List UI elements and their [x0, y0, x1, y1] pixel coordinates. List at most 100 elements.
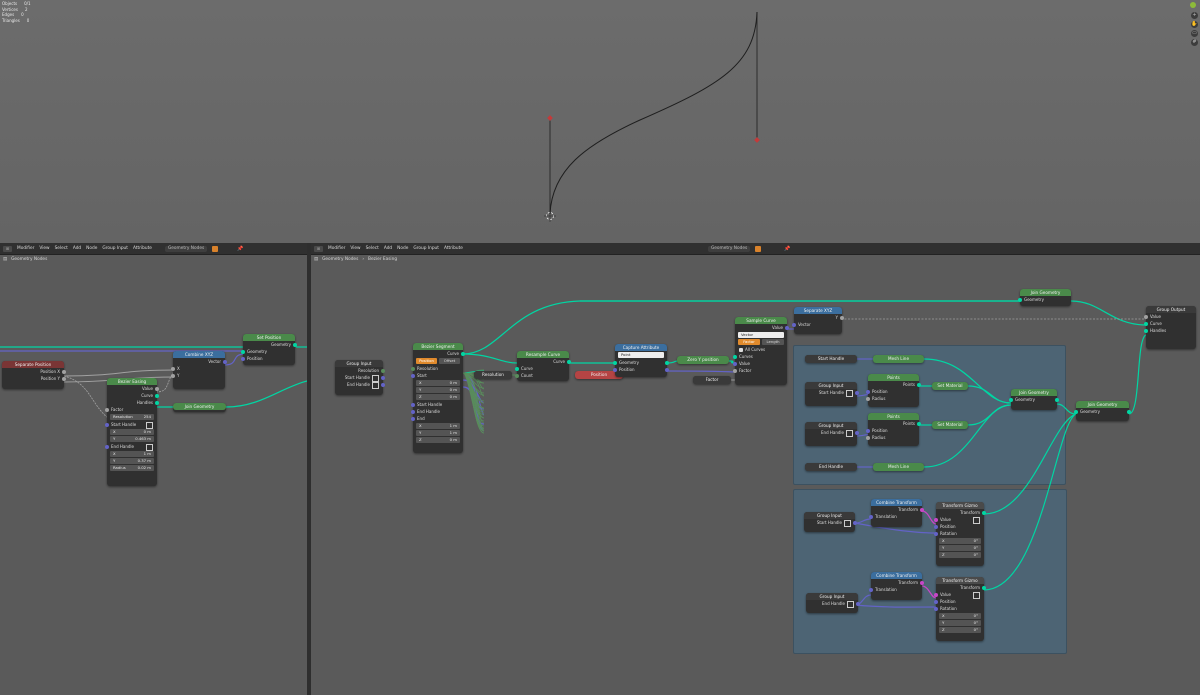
socket[interactable]	[917, 382, 921, 387]
end-z-field[interactable]: Z0 m	[416, 437, 460, 443]
start-handle-reroute-node[interactable]: Start Handle	[805, 355, 857, 363]
end-handle-reroute-node[interactable]: End Handle	[805, 463, 857, 471]
socket[interactable]	[840, 315, 844, 320]
socket[interactable]	[934, 531, 938, 536]
end-y-field[interactable]: Y 0.37 m	[110, 458, 154, 464]
checkbox-icon[interactable]	[739, 348, 743, 352]
mesh-line-node-2[interactable]: Mesh Line	[873, 463, 924, 471]
socket[interactable]	[171, 373, 175, 378]
all-curves-checkbox[interactable]: All Curves	[735, 346, 787, 353]
sample-curve-node[interactable]: Sample Curve Value Vector Factor Length …	[733, 317, 789, 385]
socket[interactable]	[733, 354, 737, 359]
socket[interactable]	[1074, 409, 1078, 414]
3d-cursor-icon[interactable]	[544, 210, 556, 222]
socket[interactable]	[411, 366, 415, 371]
socket[interactable]	[920, 507, 924, 512]
group-input-start-node[interactable]: Group Input Start Handle	[805, 382, 859, 406]
separate-xyz-node[interactable]: Separate XYZ Y Vector	[792, 307, 844, 334]
socket[interactable]	[613, 367, 617, 372]
3d-viewport[interactable]: Objects 0/1 Vertices 2 Edges 0 Triangles 0 +…	[0, 0, 1200, 243]
separate-position-node[interactable]: Separate Position Position X Position Y	[2, 361, 66, 389]
socket[interactable]	[917, 421, 921, 426]
socket[interactable]	[223, 359, 227, 364]
socket[interactable]	[1055, 397, 1059, 402]
socket[interactable]	[105, 407, 109, 412]
socket[interactable]	[241, 356, 245, 361]
capture-attribute-node[interactable]: Capture Attribute Point Geometry Positio…	[613, 344, 669, 377]
rotation-z-field[interactable]: Z 0°	[939, 552, 981, 558]
mode-position-button[interactable]: Position	[416, 358, 437, 364]
gizmo-icon[interactable]	[847, 600, 854, 608]
socket[interactable]	[934, 592, 938, 597]
start-y-field[interactable]: Y 0.463 m	[110, 436, 154, 442]
socket[interactable]	[62, 376, 66, 381]
socket[interactable]	[785, 325, 789, 330]
socket[interactable]	[665, 367, 669, 372]
socket[interactable]	[105, 444, 109, 449]
mode-factor-button[interactable]: Factor	[738, 339, 760, 345]
socket[interactable]	[461, 351, 465, 356]
socket[interactable]	[241, 349, 245, 354]
set-material-node-2[interactable]: Set Material	[932, 421, 968, 429]
rotation-x-field[interactable]: X 0°	[939, 613, 981, 619]
domain-selector[interactable]: Point	[618, 352, 664, 358]
socket[interactable]	[411, 409, 415, 414]
socket[interactable]	[155, 400, 159, 405]
mode-length-button[interactable]: Length	[762, 339, 784, 345]
socket[interactable]	[855, 390, 859, 395]
rotation-y-field[interactable]: Y 0°	[939, 620, 981, 626]
socket[interactable]	[411, 402, 415, 407]
socket[interactable]	[155, 393, 159, 398]
set-position-node[interactable]: Set Position Geometry Geometry Position	[241, 334, 297, 365]
bezier-easing-group-node[interactable]: Bezier Easing Value Curve Handles Factor…	[105, 378, 159, 486]
socket[interactable]	[411, 416, 415, 421]
socket[interactable]	[1144, 328, 1148, 333]
node-editor-right[interactable]: ⊞ Modifier View Select Add Node Group In…	[311, 243, 1200, 695]
gizmo-icon[interactable]	[146, 422, 153, 429]
join-geometry-node-inner[interactable]: Join Geometry Geometry	[1009, 389, 1059, 410]
socket[interactable]	[381, 382, 385, 387]
socket[interactable]	[1144, 321, 1148, 326]
resolution-field[interactable]: Resolution 254	[110, 414, 154, 420]
socket[interactable]	[982, 510, 986, 515]
mesh-line-node-1[interactable]: Mesh Line	[873, 355, 924, 363]
rotation-z-field[interactable]: Z 0°	[939, 627, 981, 633]
end-y-field[interactable]: Y1 m	[416, 430, 460, 436]
points-node-1[interactable]: Points Points Position Radius	[866, 374, 921, 407]
socket[interactable]	[381, 375, 385, 380]
socket[interactable]	[411, 373, 415, 378]
mode-offset-button[interactable]: Offset	[439, 358, 460, 364]
group-input-node[interactable]: Group Input Resolution Start Handle End …	[335, 360, 385, 395]
group-input-end-node-gizmo[interactable]: Group Input End Handle	[806, 593, 860, 613]
socket[interactable]	[982, 585, 986, 590]
gizmo-icon[interactable]	[844, 519, 851, 527]
socket[interactable]	[853, 520, 857, 525]
socket[interactable]	[920, 580, 924, 585]
socket[interactable]	[381, 368, 385, 373]
rotation-x-field[interactable]: X 0°	[939, 538, 981, 544]
socket[interactable]	[733, 361, 737, 366]
socket[interactable]	[792, 322, 796, 327]
transform-gizmo-node-1[interactable]: Transform Gizmo Transform Value Position…	[934, 502, 986, 566]
type-selector[interactable]: Vector	[738, 332, 784, 338]
start-z-field[interactable]: Z0 m	[416, 394, 460, 400]
resample-curve-node[interactable]: Resample Curve Curve Curve Count	[515, 351, 571, 381]
join-geometry-node-outer[interactable]: Join Geometry Geometry	[1074, 401, 1131, 421]
socket[interactable]	[866, 396, 870, 401]
socket[interactable]	[1144, 314, 1148, 319]
gizmo-icon[interactable]	[846, 429, 853, 437]
socket[interactable]	[293, 342, 297, 347]
socket[interactable]	[934, 524, 938, 529]
socket[interactable]	[515, 366, 519, 371]
group-input-end-node[interactable]: Group Input End Handle	[805, 422, 859, 446]
resolution-reroute-node[interactable]: Resolution	[474, 371, 512, 379]
socket[interactable]	[62, 369, 66, 374]
socket[interactable]	[155, 386, 159, 391]
gizmo-icon[interactable]	[146, 444, 153, 451]
socket[interactable]	[866, 435, 870, 440]
socket[interactable]	[855, 430, 859, 435]
socket[interactable]	[613, 360, 617, 365]
zero-y-position-node[interactable]: Zero Y position	[677, 356, 729, 364]
socket[interactable]	[105, 422, 109, 427]
socket[interactable]	[515, 373, 519, 378]
